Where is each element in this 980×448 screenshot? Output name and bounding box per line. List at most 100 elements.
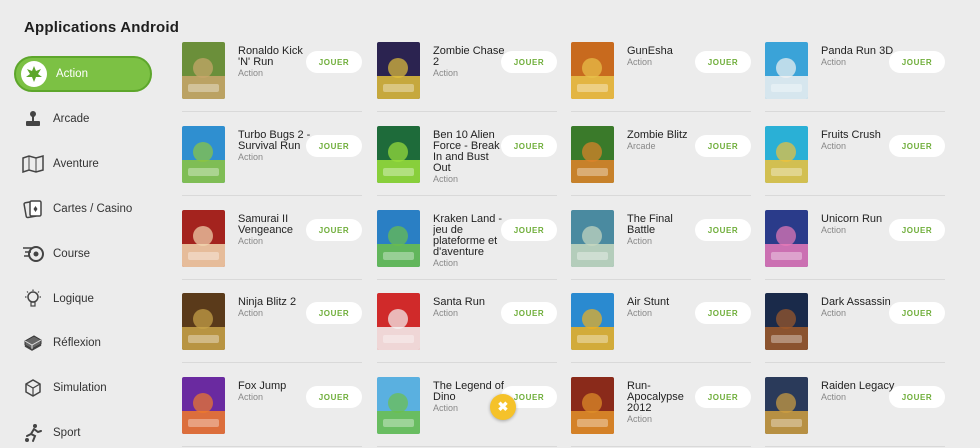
game-title-text[interactable]: GunEsha — [627, 46, 703, 57]
game-title-text[interactable]: Ben 10 Alien Force - Break In and Bust O… — [433, 130, 509, 174]
game-title-text[interactable]: Kraken Land - jeu de plateforme et d'ave… — [433, 214, 509, 258]
game-title-text[interactable]: Fruits Crush — [821, 130, 897, 141]
game-title[interactable]: Ronaldo Kick 'N' Run Action — [238, 46, 314, 78]
play-button[interactable]: JOUER — [695, 386, 751, 408]
game-thumbnail[interactable] — [571, 42, 614, 99]
category-label: Logique — [53, 293, 94, 305]
game-title[interactable]: Santa Run Action — [433, 297, 509, 318]
category-aventure[interactable]: Aventure — [14, 146, 152, 182]
game-title[interactable]: Zombie Blitz Arcade — [627, 130, 703, 151]
game-title-text[interactable]: Fox Jump — [238, 381, 314, 392]
game-thumbnail[interactable] — [377, 293, 420, 350]
play-button[interactable]: JOUER — [889, 386, 945, 408]
game-title[interactable]: Unicorn Run Action — [821, 214, 897, 235]
game-title-text[interactable]: The Final Battle — [627, 214, 703, 236]
category-reflexion[interactable]: Réflexion — [14, 325, 152, 361]
game-title-text[interactable]: Zombie Blitz — [627, 130, 703, 141]
game-thumbnail[interactable] — [182, 377, 225, 434]
game-title-text[interactable]: Unicorn Run — [821, 214, 897, 225]
game-title-text[interactable]: Air Stunt — [627, 297, 703, 308]
play-button[interactable]: JOUER — [889, 51, 945, 73]
play-button[interactable]: JOUER — [889, 219, 945, 241]
play-button[interactable]: JOUER — [501, 302, 557, 324]
game-thumbnail[interactable] — [765, 42, 808, 99]
play-button[interactable]: JOUER — [306, 51, 362, 73]
game-card[interactable]: Dark Assassin Action JOUER — [761, 287, 980, 363]
game-thumbnail[interactable] — [377, 210, 420, 267]
game-title-text[interactable]: Samurai II Vengeance — [238, 214, 314, 236]
game-title-text[interactable]: Dark Assassin — [821, 297, 897, 308]
game-title-text[interactable]: Raiden Legacy — [821, 381, 897, 392]
game-thumbnail[interactable] — [377, 126, 420, 183]
game-thumbnail[interactable] — [182, 210, 225, 267]
play-button[interactable]: JOUER — [306, 302, 362, 324]
category-course[interactable]: Course — [14, 236, 152, 272]
game-title[interactable]: Fruits Crush Action — [821, 130, 897, 151]
game-title-text[interactable]: Turbo Bugs 2 - Survival Run — [238, 130, 314, 152]
play-button[interactable]: JOUER — [501, 135, 557, 157]
divider — [571, 195, 751, 196]
game-card[interactable]: Unicorn Run Action JOUER — [761, 204, 980, 280]
play-button[interactable]: JOUER — [695, 51, 751, 73]
game-genre: Action — [821, 57, 847, 67]
close-fab-button[interactable]: ✖ — [490, 394, 516, 420]
play-button[interactable]: JOUER — [306, 219, 362, 241]
game-thumbnail[interactable] — [765, 377, 808, 434]
play-button[interactable]: JOUER — [695, 219, 751, 241]
game-title[interactable]: Samurai II Vengeance Action — [238, 214, 314, 246]
game-title[interactable]: Kraken Land - jeu de plateforme et d'ave… — [433, 214, 509, 268]
play-button[interactable]: JOUER — [306, 135, 362, 157]
game-thumbnail[interactable] — [182, 293, 225, 350]
game-title[interactable]: Zombie Chase 2 Action — [433, 46, 509, 78]
game-thumbnail[interactable] — [765, 293, 808, 350]
game-title-text[interactable]: Run-Apocalypse 2012 — [627, 381, 703, 414]
game-title-text[interactable]: Ronaldo Kick 'N' Run — [238, 46, 314, 68]
play-button[interactable]: JOUER — [889, 302, 945, 324]
game-genre: Action — [433, 308, 459, 318]
game-title[interactable]: Run-Apocalypse 2012 Action — [627, 381, 703, 424]
game-thumbnail[interactable] — [377, 377, 420, 434]
category-sport[interactable]: Sport — [14, 415, 152, 448]
game-title[interactable]: GunEsha Action — [627, 46, 703, 67]
game-thumbnail[interactable] — [571, 126, 614, 183]
game-card[interactable]: Panda Run 3D Action JOUER — [761, 36, 980, 112]
game-card[interactable]: Fruits Crush Action JOUER — [761, 120, 980, 196]
game-title-text[interactable]: Santa Run — [433, 297, 509, 308]
game-thumbnail[interactable] — [377, 42, 420, 99]
game-thumbnail[interactable] — [571, 293, 614, 350]
game-card[interactable]: Raiden Legacy Action JOUER — [761, 371, 980, 447]
play-button[interactable]: JOUER — [889, 135, 945, 157]
play-button[interactable]: JOUER — [501, 219, 557, 241]
play-button[interactable]: JOUER — [306, 386, 362, 408]
game-title[interactable]: Raiden Legacy Action — [821, 381, 897, 402]
play-button[interactable]: JOUER — [695, 302, 751, 324]
game-title[interactable]: Air Stunt Action — [627, 297, 703, 318]
game-thumbnail[interactable] — [765, 210, 808, 267]
play-button[interactable]: JOUER — [695, 135, 751, 157]
divider — [765, 279, 945, 280]
game-title-text[interactable]: Ninja Blitz 2 — [238, 297, 314, 308]
category-action[interactable]: Action — [14, 56, 152, 92]
game-title[interactable]: Fox Jump Action — [238, 381, 314, 402]
game-thumbnail[interactable] — [182, 126, 225, 183]
game-title[interactable]: Panda Run 3D Action — [821, 46, 897, 67]
category-cartes-casino[interactable]: Cartes / Casino — [14, 191, 152, 227]
game-title[interactable]: Ninja Blitz 2 Action — [238, 297, 314, 318]
category-arcade[interactable]: Arcade — [14, 101, 152, 137]
play-button[interactable]: JOUER — [501, 51, 557, 73]
game-title-text[interactable]: Panda Run 3D — [821, 46, 897, 57]
game-thumbnail[interactable] — [571, 210, 614, 267]
category-simulation[interactable]: Simulation — [14, 370, 152, 406]
category-logique[interactable]: Logique — [14, 281, 152, 317]
game-thumbnail[interactable] — [182, 42, 225, 99]
divider — [182, 279, 362, 280]
game-title[interactable]: The Final Battle Action — [627, 214, 703, 246]
brain-blocks-icon — [22, 332, 44, 354]
game-genre: Action — [627, 57, 653, 67]
game-title[interactable]: Ben 10 Alien Force - Break In and Bust O… — [433, 130, 509, 184]
game-thumbnail[interactable] — [765, 126, 808, 183]
game-title[interactable]: Dark Assassin Action — [821, 297, 897, 318]
game-title-text[interactable]: Zombie Chase 2 — [433, 46, 509, 68]
game-thumbnail[interactable] — [571, 377, 614, 434]
game-title[interactable]: Turbo Bugs 2 - Survival Run Action — [238, 130, 314, 162]
